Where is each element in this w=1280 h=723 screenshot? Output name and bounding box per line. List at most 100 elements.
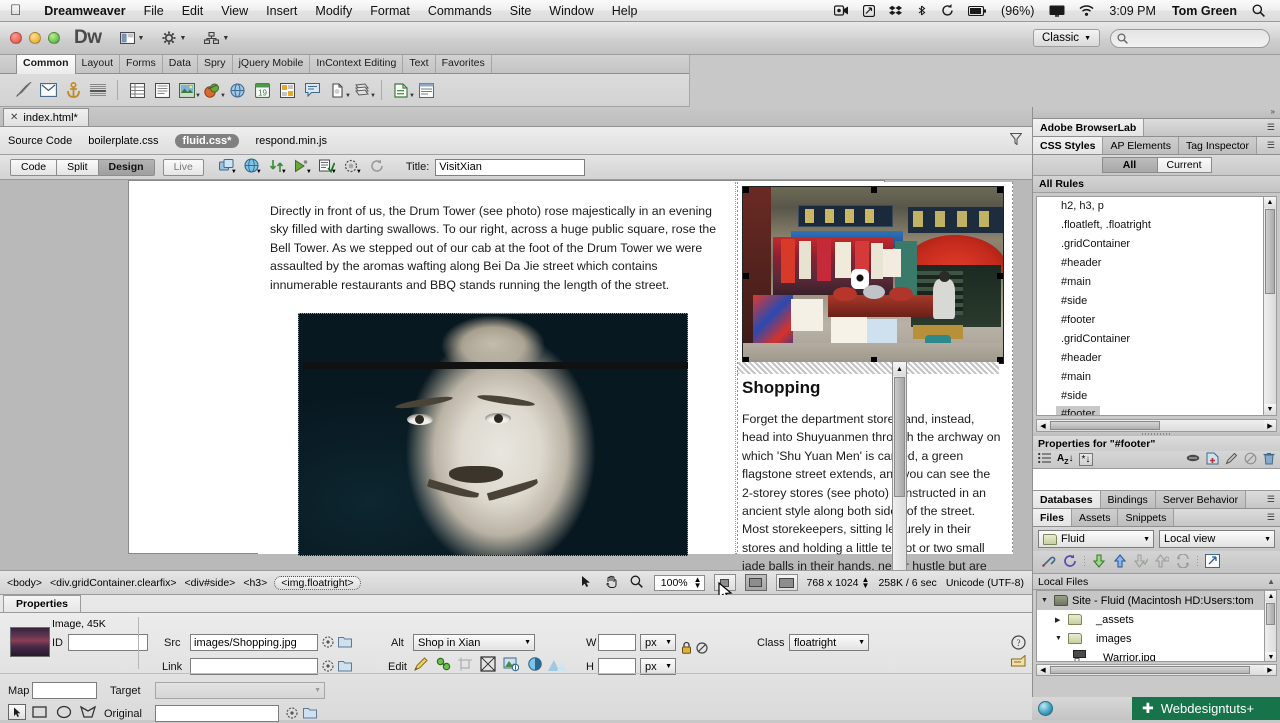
css-rule-item[interactable]: #side	[1037, 292, 1276, 311]
gear-icon[interactable]: ▼	[162, 31, 186, 45]
file-tree-row-site[interactable]: ▼ Site - Fluid (Macintosh HD:Users:tom	[1037, 591, 1276, 610]
expand-icon[interactable]	[1204, 553, 1221, 571]
rectangle-hotspot-icon[interactable]	[32, 705, 48, 722]
document-tab-index-html[interactable]: ✕ index.html*	[3, 108, 89, 126]
comment-icon[interactable]	[301, 79, 323, 101]
src-input[interactable]: images/Shopping.jpg	[190, 634, 318, 651]
insert-category-forms[interactable]: Forms	[120, 55, 163, 73]
battery-icon[interactable]	[968, 5, 987, 16]
scroll-thumb[interactable]	[1265, 209, 1275, 294]
tag-gridcontainer[interactable]: <div.gridContainer.clearfix>	[49, 577, 177, 589]
scroll-down-arrow[interactable]: ▼	[1265, 652, 1276, 661]
css-properties-list[interactable]	[1033, 469, 1280, 491]
templates-icon[interactable]: ▼	[390, 79, 415, 101]
class-dropdown[interactable]: floatright ▼	[789, 634, 869, 651]
panel-menu-icon[interactable]: ☰	[1262, 512, 1280, 523]
css-rule-item[interactable]: .floatleft, .floatright	[1037, 216, 1276, 235]
menu-site[interactable]: Site	[501, 4, 541, 18]
tree-horizontal-scrollbar[interactable]: ◀ ▶	[1036, 664, 1277, 676]
tab-assets[interactable]: Assets	[1071, 509, 1119, 526]
refresh-icon[interactable]	[368, 159, 386, 176]
date-icon[interactable]: 19	[251, 79, 273, 101]
related-file-respond-min-js[interactable]: respond.min.js	[255, 135, 327, 147]
connect-icon[interactable]	[1041, 554, 1056, 571]
reset-size-icon[interactable]	[696, 642, 708, 657]
get-files-icon[interactable]	[1092, 553, 1106, 571]
category-view-icon[interactable]	[1038, 452, 1052, 467]
code-view-button[interactable]: Code	[11, 159, 58, 175]
script-icon[interactable]: ▼	[351, 79, 376, 101]
disclosure-triangle-open-icon[interactable]: ▼	[1041, 597, 1050, 604]
css-rule-item[interactable]: #main	[1037, 368, 1276, 387]
list-view-icon[interactable]: AZ↓	[1057, 453, 1074, 466]
css-rule-item[interactable]: .gridContainer	[1037, 235, 1276, 254]
workspace-switcher[interactable]: Classic ▼	[1033, 29, 1100, 47]
image-icon[interactable]: ▼	[176, 79, 201, 101]
menu-help[interactable]: Help	[603, 4, 647, 18]
related-file-fluid-css[interactable]: fluid.css*	[174, 133, 240, 148]
canvas-vertical-scrollbar[interactable]: ▲ ▼	[892, 361, 907, 570]
insert-category-incontext-editing[interactable]: InContext Editing	[310, 55, 404, 73]
tab-bindings[interactable]: Bindings	[1100, 491, 1156, 508]
tab-server-behavior[interactable]: Server Behavior	[1155, 491, 1247, 508]
set-properties-icon[interactable]: *↓	[1078, 453, 1094, 466]
insert-category-spry[interactable]: Spry	[198, 55, 233, 73]
zoom-level-selector[interactable]: 100% ▲ ▼	[653, 574, 705, 591]
disclosure-triangle-closed-icon[interactable]: ▶	[1055, 616, 1064, 624]
menu-insert[interactable]: Insert	[257, 4, 306, 18]
filter-related-files-icon[interactable]	[1009, 132, 1023, 148]
menu-window[interactable]: Window	[540, 4, 602, 18]
panel-menu-icon[interactable]: ☰	[1262, 140, 1280, 151]
shopping-image[interactable]: MARY SHOP	[742, 186, 1004, 364]
dropbox-icon[interactable]	[889, 5, 903, 17]
menu-edit[interactable]: Edit	[173, 4, 213, 18]
refresh-design-icon[interactable]: ▼	[268, 159, 287, 176]
tab-tag-inspector[interactable]: Tag Inspector	[1178, 137, 1258, 154]
split-view-button[interactable]: Split	[57, 159, 99, 175]
scroll-left-arrow[interactable]: ◀	[1037, 665, 1049, 675]
panel-menu-icon[interactable]: ☰	[1262, 122, 1280, 133]
view-dropdown[interactable]: Local view ▼	[1159, 530, 1275, 548]
original-input[interactable]	[155, 705, 279, 722]
media-icon[interactable]: ▼	[201, 79, 226, 101]
css-rule-item[interactable]: #footer	[1037, 311, 1276, 330]
horizontal-rule-icon[interactable]	[87, 79, 109, 101]
css-mode-current-button[interactable]: Current	[1156, 157, 1212, 173]
page-title-input[interactable]: VisitXian	[435, 158, 586, 176]
site-icon[interactable]: ▼	[204, 32, 229, 44]
table-icon[interactable]	[126, 79, 148, 101]
panel-menu-icon[interactable]: ☰	[1262, 494, 1280, 505]
insert-category-jquery-mobile[interactable]: jQuery Mobile	[233, 55, 311, 73]
scroll-thumb[interactable]	[894, 377, 905, 497]
polygon-hotspot-icon[interactable]	[79, 705, 97, 722]
refresh-icon[interactable]	[1063, 554, 1077, 571]
scroll-right-arrow[interactable]: ▶	[1264, 665, 1276, 675]
css-rules-list[interactable]: h2, h3, p .floatleft, .floatright .gridC…	[1036, 196, 1277, 416]
scroll-up-arrow[interactable]: ▲	[893, 362, 906, 376]
panel-collapse-bar[interactable]: »	[1033, 107, 1280, 119]
display-icon[interactable]	[1049, 5, 1065, 17]
disclosure-triangle-open-icon[interactable]: ▼	[1055, 635, 1064, 642]
scroll-up-arrow[interactable]: ▲	[1265, 591, 1276, 602]
tab-databases[interactable]: Databases	[1033, 491, 1101, 508]
tag-chooser-icon[interactable]	[415, 79, 437, 101]
tag-h3[interactable]: <h3>	[242, 577, 268, 589]
desktop-size-button[interactable]	[775, 574, 798, 591]
dropbox-share-icon[interactable]	[863, 4, 876, 17]
window-controls[interactable]	[10, 32, 60, 44]
close-window-button[interactable]	[10, 32, 22, 44]
target-dropdown[interactable]: ▼	[155, 682, 325, 699]
scroll-thumb[interactable]	[1050, 666, 1250, 674]
insert-category-favorites[interactable]: Favorites	[436, 55, 492, 73]
insert-category-data[interactable]: Data	[163, 55, 198, 73]
head-icon[interactable]: ▼	[326, 79, 351, 101]
tablet-size-button[interactable]	[744, 574, 767, 591]
scroll-up-arrow[interactable]: ▲	[1264, 197, 1276, 208]
insert-category-layout[interactable]: Layout	[76, 55, 121, 73]
insert-div-icon[interactable]	[151, 79, 173, 101]
menu-app-name[interactable]: Dreamweaver	[35, 4, 134, 18]
css-rule-item[interactable]: #side	[1037, 387, 1276, 406]
scroll-thumb[interactable]	[1266, 603, 1275, 625]
menu-view[interactable]: View	[212, 4, 257, 18]
tag-body[interactable]: <body>	[6, 577, 43, 589]
